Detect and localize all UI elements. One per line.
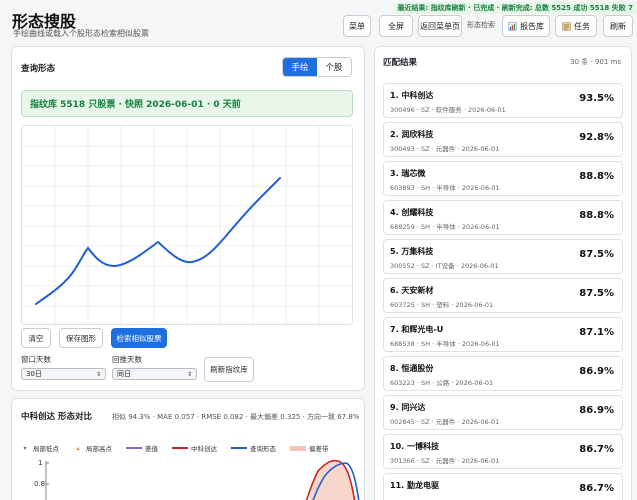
result-name: 2. 润欣科技: [390, 130, 434, 139]
result-similarity: 86.7%: [579, 483, 614, 494]
results-panel: 匹配结果 30 条 · 901 ms 1. 中科创达 300496 · SZ · …: [374, 46, 632, 500]
mode-stock-tab[interactable]: 个股: [317, 58, 351, 76]
result-name: 10. 一博科技: [390, 442, 439, 451]
page-subtitle: 手绘曲线或载入个股形态检索相似股票: [13, 29, 149, 38]
refresh-index-button[interactable]: 刷新指纹库: [204, 357, 254, 382]
clear-button[interactable]: 清空: [21, 328, 51, 348]
result-item[interactable]: 1. 中科创达 300496 · SZ · 软件服务 · 2026-06-01 93…: [383, 83, 623, 118]
select-arrows-icon: ⇕: [95, 370, 101, 378]
mode-draw-tab[interactable]: 手绘: [283, 58, 317, 76]
tasks-button[interactable]: 任务: [555, 15, 597, 37]
result-similarity: 87.5%: [579, 249, 614, 260]
drawing-grid: [22, 126, 352, 324]
menu-button[interactable]: 菜单: [343, 15, 371, 37]
result-meta: 603725 · SH · 塑料 · 2026-06-01: [390, 301, 494, 309]
status-banner: 最近结果: 指纹库刷新 · 已完成 · 刷新完成: 总数 5525 成功 551…: [393, 2, 637, 14]
fullscreen-button[interactable]: 全屏: [379, 15, 413, 37]
select-arrows-icon: ⇕: [186, 370, 192, 378]
result-item[interactable]: 6. 天安新材 603725 · SH · 塑料 · 2026-06-01 87.5…: [383, 278, 623, 313]
result-name: 4. 创耀科技: [390, 208, 434, 217]
result-meta: 300493 · SZ · 元器件 · 2026-06-01: [390, 145, 500, 153]
result-similarity: 93.5%: [579, 93, 614, 104]
back-to-menu-button[interactable]: 返回菜单页: [418, 15, 462, 37]
result-name: 6. 天安新材: [390, 286, 434, 295]
result-meta: 603223 · SH · 公路 · 2026-06-01: [390, 379, 494, 387]
refresh-button[interactable]: 刷新: [603, 15, 633, 37]
result-meta: 300496 · SZ · 软件服务 · 2026-06-01: [390, 106, 506, 114]
lookback-days-value: 同日: [117, 370, 131, 378]
query-panel-title: 查询形态: [21, 64, 56, 74]
results-title: 匹配结果: [383, 58, 418, 68]
tasks-label: 任务: [574, 21, 590, 31]
app-root: 形态搜股 手绘曲线或载入个股形态检索相似股票 最近结果: 指纹库刷新 · 已完成…: [0, 0, 637, 500]
result-similarity: 87.1%: [579, 327, 614, 338]
save-shape-button[interactable]: 保存图形: [59, 328, 103, 348]
result-item[interactable]: 5. 万集科技 300552 · SZ · IT设备 · 2026-06-01 87…: [383, 239, 623, 274]
result-meta: 002845 · SZ · 元器件 · 2026-06-01: [390, 418, 500, 426]
result-name: 5. 万集科技: [390, 247, 434, 256]
bar-chart-icon: [508, 21, 517, 31]
search-mode-label: 形态检索: [467, 21, 495, 29]
result-similarity: 87.5%: [579, 288, 614, 299]
window-days-value: 30日: [26, 370, 42, 378]
report-library-button[interactable]: 报告库: [502, 15, 550, 37]
result-name: 8. 恒通股份: [390, 364, 434, 373]
result-name: 3. 瑞芯微: [390, 169, 426, 178]
result-meta: 688259 · SH · 半导体 · 2026-06-01: [390, 223, 500, 231]
compare-chart: [45, 459, 360, 500]
result-similarity: 92.8%: [579, 132, 614, 143]
result-meta: 301366 · SZ · 元器件 · 2026-06-01: [390, 457, 500, 465]
result-similarity: 86.9%: [579, 405, 614, 416]
results-list: 1. 中科创达 300496 · SZ · 软件服务 · 2026-06-01 93…: [383, 83, 623, 500]
result-similarity: 88.8%: [579, 210, 614, 221]
result-name: 1. 中科创达: [390, 91, 434, 100]
result-meta: 688538 · SH · 半导体 · 2026-06-01: [390, 340, 500, 348]
result-item[interactable]: 4. 创耀科技 688259 · SH · 半导体 · 2026-06-01 88.…: [383, 200, 623, 235]
window-days-label: 窗口天数: [21, 355, 51, 364]
result-meta: 603893 · SH · 半导体 · 2026-06-01: [390, 184, 500, 192]
query-panel: 查询形态 手绘 个股 指纹库 5518 只股票 · 快照 2026-06-01 …: [11, 46, 365, 391]
result-item[interactable]: 11. 勤龙电驱 86.7%: [383, 473, 623, 500]
compare-panel: 中科创达 形态对比 相似 94.3% · MAE 0.057 · RMSE 0.…: [11, 398, 365, 500]
result-item[interactable]: 8. 恒通股份 603223 · SH · 公路 · 2026-06-01 86.9…: [383, 356, 623, 391]
lookback-days-label: 回推天数: [112, 355, 142, 364]
report-library-label: 报告库: [520, 21, 544, 31]
task-board-icon: [562, 21, 571, 31]
result-name: 11. 勤龙电驱: [390, 481, 439, 490]
search-similar-button[interactable]: 检索相似股票: [111, 328, 167, 348]
mode-toggle: 手绘 个股: [282, 57, 352, 77]
result-meta: 300552 · SZ · IT设备 · 2026-06-01: [390, 262, 499, 270]
lookback-days-select[interactable]: 同日 ⇕: [112, 368, 197, 380]
results-meta: 30 条 · 901 ms: [570, 58, 621, 66]
result-item[interactable]: 7. 和辉光电-U 688538 · SH · 半导体 · 2026-06-01 8…: [383, 317, 623, 352]
result-item[interactable]: 2. 润欣科技 300493 · SZ · 元器件 · 2026-06-01 92.…: [383, 122, 623, 157]
result-item[interactable]: 9. 同兴达 002845 · SZ · 元器件 · 2026-06-01 86.9…: [383, 395, 623, 430]
result-item[interactable]: 3. 瑞芯微 603893 · SH · 半导体 · 2026-06-01 88.8…: [383, 161, 623, 196]
result-similarity: 88.8%: [579, 171, 614, 182]
result-name: 9. 同兴达: [390, 403, 426, 412]
result-name: 7. 和辉光电-U: [390, 325, 444, 334]
window-days-select[interactable]: 30日 ⇕: [21, 368, 106, 380]
result-item[interactable]: 10. 一博科技 301366 · SZ · 元器件 · 2026-06-01 86…: [383, 434, 623, 469]
index-info-banner: 指纹库 5518 只股票 · 快照 2026-06-01 · 0 天前: [21, 90, 353, 117]
result-similarity: 86.9%: [579, 366, 614, 377]
drawn-curve: [35, 177, 281, 305]
drawing-canvas[interactable]: [21, 125, 353, 325]
result-similarity: 86.7%: [579, 444, 614, 455]
